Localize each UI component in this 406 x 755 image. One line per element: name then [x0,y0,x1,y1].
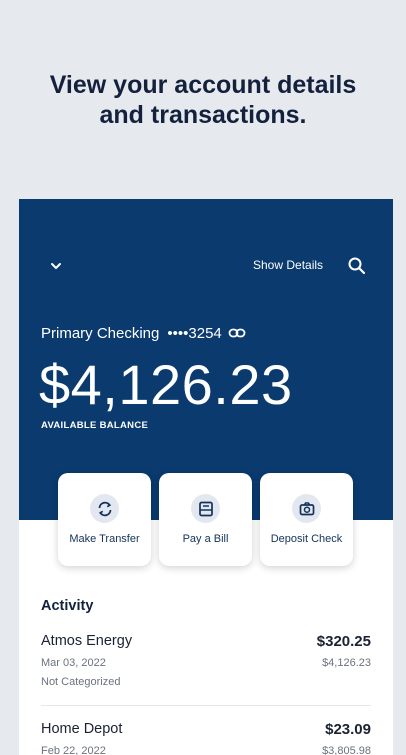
show-details-button[interactable]: Show Details [253,258,323,272]
search-icon[interactable] [347,256,367,276]
pay-bill-label: Pay a Bill [182,533,229,545]
transaction-name: Home Depot [41,721,123,737]
headline-line-2: and transactions. [99,101,307,129]
account-number: ••••3254 [167,324,222,342]
camera-icon [292,494,321,523]
bill-icon [191,494,220,523]
transaction-row[interactable]: Atmos Energy $320.25 Mar 03, 2022 $4,126… [19,633,393,703]
transaction-date: Mar 03, 2022 [41,657,106,669]
running-balance: $4,126.23 [322,657,371,669]
account-name: Primary Checking [41,324,160,342]
activity-heading: Activity [41,598,94,614]
balance-amount: $4,126.23 [39,353,293,416]
pay-bill-button[interactable]: Pay a Bill [159,473,252,566]
transaction-amount: $23.09 [325,721,371,738]
transaction-date: Feb 22, 2022 [41,745,106,755]
divider [41,705,371,706]
balance-label: AVAILABLE BALANCE [41,420,149,431]
chevron-down-icon[interactable] [47,257,65,275]
running-balance: $3,805.98 [322,745,371,755]
transaction-amount: $320.25 [316,633,371,650]
transaction-category: Not Categorized [41,676,121,688]
make-transfer-label: Make Transfer [69,533,140,545]
account-name-row[interactable]: Primary Checking ••••3254 [41,324,246,342]
transaction-row[interactable]: Home Depot $23.09 Feb 22, 2022 $3,805.98 [19,721,393,755]
transaction-name: Atmos Energy [41,633,133,649]
deposit-check-button[interactable]: Deposit Check [260,473,353,566]
headline-line-1: View your account details [49,71,357,99]
deposit-check-label: Deposit Check [270,533,343,545]
make-transfer-button[interactable]: Make Transfer [58,473,151,566]
phone-screen: Show Details Primary Checking ••••3254 $… [19,199,393,755]
transfer-icon [90,494,119,523]
account-header: Show Details Primary Checking ••••3254 $… [19,199,393,520]
link-icon[interactable] [228,324,246,342]
marketing-headline: View your account details and transactio… [0,70,406,130]
